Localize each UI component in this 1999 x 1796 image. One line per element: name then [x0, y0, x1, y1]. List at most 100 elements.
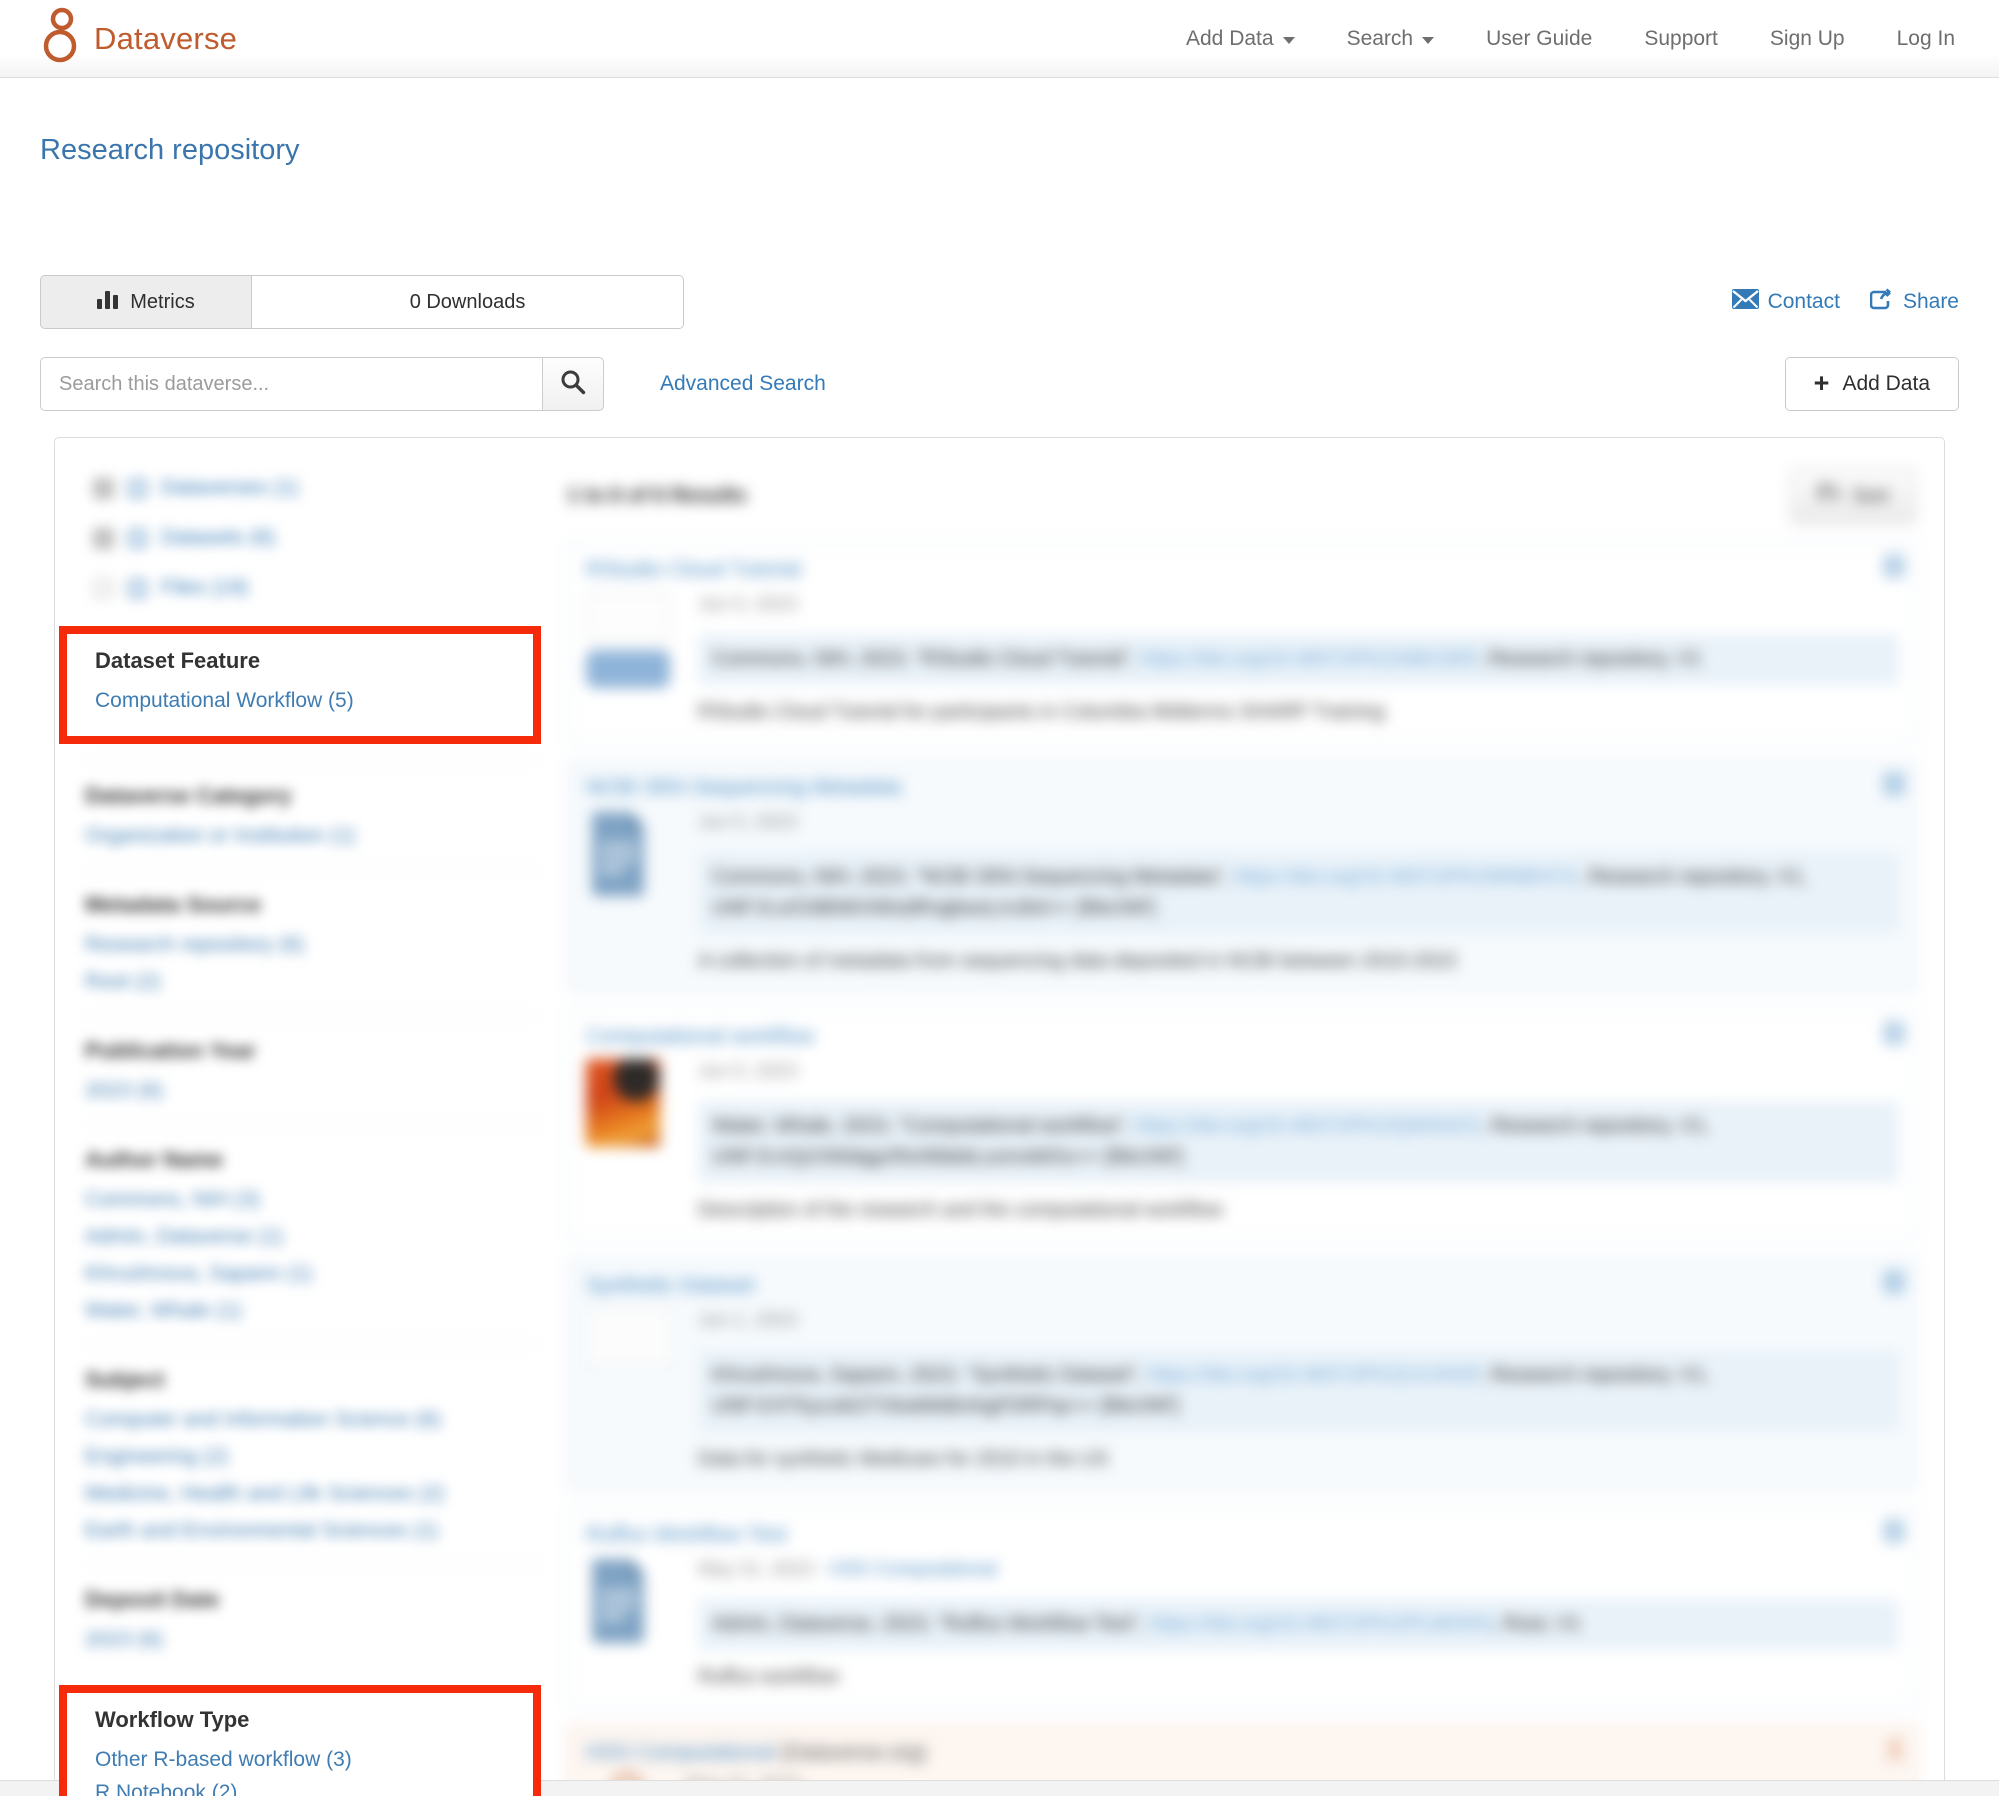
result-title-link[interactable]: HSS Computational: [586, 1740, 775, 1765]
facet-link[interactable]: Engineering (2): [85, 1441, 541, 1474]
contact-share-links: Contact Share: [1732, 288, 1959, 316]
dataset-type-icon: [128, 529, 147, 548]
result-citation: Khrushnova, Sapann, 2023, "Synthetic Dat…: [698, 1350, 1899, 1432]
envelope-icon: [1732, 289, 1759, 315]
result-card: Synthetic Dataset Jun 1, 2023 Khrushnova…: [567, 1258, 1918, 1490]
facet-link[interactable]: Computer and Information Science (6): [85, 1404, 541, 1437]
result-thumbnail[interactable]: [586, 590, 676, 724]
facet-link[interactable]: Admin, Dataverse (1): [85, 1221, 541, 1254]
facet-link[interactable]: Root (2): [85, 966, 541, 999]
metrics-button-group: Metrics 0 Downloads: [40, 275, 684, 329]
result-thumbnail[interactable]: [586, 1306, 676, 1471]
results-column: 1 to 6 of 6 Results Sort RStudio C: [567, 462, 1918, 1796]
thumbnail-logo-bar: [586, 650, 670, 688]
facet-link-r-notebook[interactable]: R Notebook (2): [95, 1777, 513, 1796]
facet-title: Workflow Type: [95, 1707, 513, 1733]
facet-link[interactable]: Organization or Institution (1): [85, 820, 541, 853]
nav-user-guide[interactable]: User Guide: [1486, 27, 1592, 51]
type-filter-files[interactable]: Files (19): [93, 576, 541, 600]
facet-link[interactable]: Earth and Environmental Sciences (1): [85, 1515, 541, 1548]
advanced-search-link[interactable]: Advanced Search: [660, 372, 826, 396]
dataset-badge-icon: [1885, 1271, 1903, 1298]
dataset-feature-facet-highlighted: Dataset Feature Computational Workflow (…: [59, 626, 541, 744]
facet-section-subject: Subject Computer and Information Science…: [85, 1344, 541, 1564]
bar-chart-icon: [97, 289, 119, 315]
result-title-link[interactable]: Ruffus Workflow Test: [586, 1522, 787, 1547]
result-date: Jun 5, 2023: [698, 1061, 1899, 1083]
facet-section-metadata-source: Metadata Source Research repository (6) …: [85, 869, 541, 1015]
result-title-link[interactable]: RStudio Cloud Tutorial: [586, 557, 801, 582]
plus-icon: +: [1814, 370, 1830, 397]
result-date: Jun 5, 2023: [698, 812, 1899, 834]
result-thumbnail[interactable]: [586, 1555, 676, 1689]
metrics-button[interactable]: Metrics: [40, 275, 252, 329]
result-title-link[interactable]: Synthetic Dataset: [586, 1273, 755, 1298]
result-title-suffix: (Dataverse.org): [775, 1741, 927, 1764]
dataverse-badge-icon: [1887, 1738, 1903, 1767]
facet-link[interactable]: Medicine, Health and Life Sciences (2): [85, 1478, 541, 1511]
result-title-link[interactable]: NCBI SRA Sequencing Metadata: [586, 775, 902, 800]
facet-section-publication-year: Publication Year 2023 (6): [85, 1015, 541, 1124]
facet-link[interactable]: Commons, NIH (3): [85, 1184, 541, 1217]
dataset-badge-icon: [1885, 1520, 1903, 1547]
chevron-down-icon: [1422, 37, 1434, 44]
contact-link[interactable]: Contact: [1732, 289, 1840, 315]
main-nav: Add Data Search User Guide Support Sign …: [1186, 27, 1955, 51]
facet-link-computational-workflow[interactable]: Computational Workflow (5): [95, 685, 513, 718]
share-link[interactable]: Share: [1870, 288, 1959, 316]
result-card: NCBI SRA Sequencing Metadata: [567, 760, 1918, 992]
nav-add-data[interactable]: Add Data: [1186, 27, 1295, 51]
dataset-badge-icon: [1885, 555, 1903, 582]
facet-link[interactable]: Water, Whale (1): [85, 1295, 541, 1328]
checkbox[interactable]: [93, 578, 114, 599]
file-type-icon: [128, 579, 147, 598]
doi-link[interactable]: https://doi.org/10.48372/FK2/PLMOKN: [1150, 1613, 1492, 1635]
type-filter-dataverses[interactable]: Dataverses (1): [93, 476, 541, 500]
facet-link[interactable]: 2023 (6): [85, 1075, 541, 1108]
doi-link[interactable]: https://doi.org/10.48372/FK2/QWSAZX: [1136, 1115, 1481, 1137]
doi-link[interactable]: https://doi.org/10.48372/FK2/ABCDEF: [1141, 648, 1478, 670]
dataverse-logo[interactable]: Dataverse: [40, 7, 237, 70]
facet-link-other-r-based[interactable]: Other R-based workflow (3): [95, 1744, 513, 1777]
doi-link[interactable]: https://doi.org/10.48372/FK2/LKJHGF: [1148, 1364, 1480, 1386]
facet-sidebar: Dataverses (1) Datasets (6) Files (19) D…: [85, 462, 541, 1796]
sort-icon: [1818, 483, 1840, 509]
page-title[interactable]: Research repository: [40, 134, 1959, 167]
result-thumbnail[interactable]: [586, 1057, 676, 1222]
nav-sign-up[interactable]: Sign Up: [1770, 27, 1845, 51]
result-description: Ruffus workflow: [698, 1666, 1899, 1689]
type-filter-datasets[interactable]: Datasets (6): [93, 526, 541, 550]
doi-link[interactable]: https://doi.org/10.48372/FK2/MNBVCX: [1234, 866, 1578, 888]
add-data-button[interactable]: + Add Data: [1785, 357, 1959, 411]
result-date: Jun 1, 2023: [698, 1310, 1899, 1332]
dataset-badge-icon: [1885, 1022, 1903, 1049]
blurred-facet-sections: Dataverse Category Organization or Insti…: [85, 760, 541, 1673]
downloads-metric[interactable]: 0 Downloads: [252, 275, 684, 329]
nav-support[interactable]: Support: [1644, 27, 1718, 51]
facet-link[interactable]: Research repository (6): [85, 929, 541, 962]
toolbar-row: Metrics 0 Downloads Contact: [40, 275, 1959, 329]
result-date: May 31, 2023 - HSS Computational: [698, 1559, 1899, 1581]
magnifier-icon: [560, 369, 586, 400]
result-title-link[interactable]: Computational workflow: [586, 1024, 814, 1049]
sort-button[interactable]: Sort: [1791, 468, 1916, 524]
facet-link[interactable]: Khrushnova, Sapann (1): [85, 1258, 541, 1291]
parent-dataverse-link[interactable]: HSS Computational: [830, 1559, 997, 1580]
nav-search[interactable]: Search: [1347, 27, 1435, 51]
checkbox[interactable]: [93, 528, 114, 549]
result-citation: Commons, NIH, 2023, "NCBI SRA Sequencing…: [698, 852, 1899, 934]
facet-title: Dataset Feature: [95, 648, 513, 674]
result-citation: Admin, Dataverse, 2023, "Ruffus Workflow…: [698, 1599, 1899, 1650]
results-count: 1 to 6 of 6 Results: [567, 484, 747, 508]
search-input[interactable]: [40, 357, 542, 411]
search-button[interactable]: [542, 357, 604, 411]
facet-section-author-name: Author Name Commons, NIH (3) Admin, Data…: [85, 1124, 541, 1344]
search-results-panel: Dataverses (1) Datasets (6) Files (19) D…: [54, 437, 1945, 1796]
thumbnail-image: [586, 592, 670, 642]
chevron-down-icon: [1283, 37, 1295, 44]
nav-log-in[interactable]: Log In: [1897, 27, 1955, 51]
checkbox[interactable]: [93, 478, 114, 499]
result-thumbnail[interactable]: [586, 808, 676, 973]
facet-link[interactable]: 2023 (6): [85, 1624, 541, 1657]
thumbnail-image: [586, 1059, 660, 1147]
